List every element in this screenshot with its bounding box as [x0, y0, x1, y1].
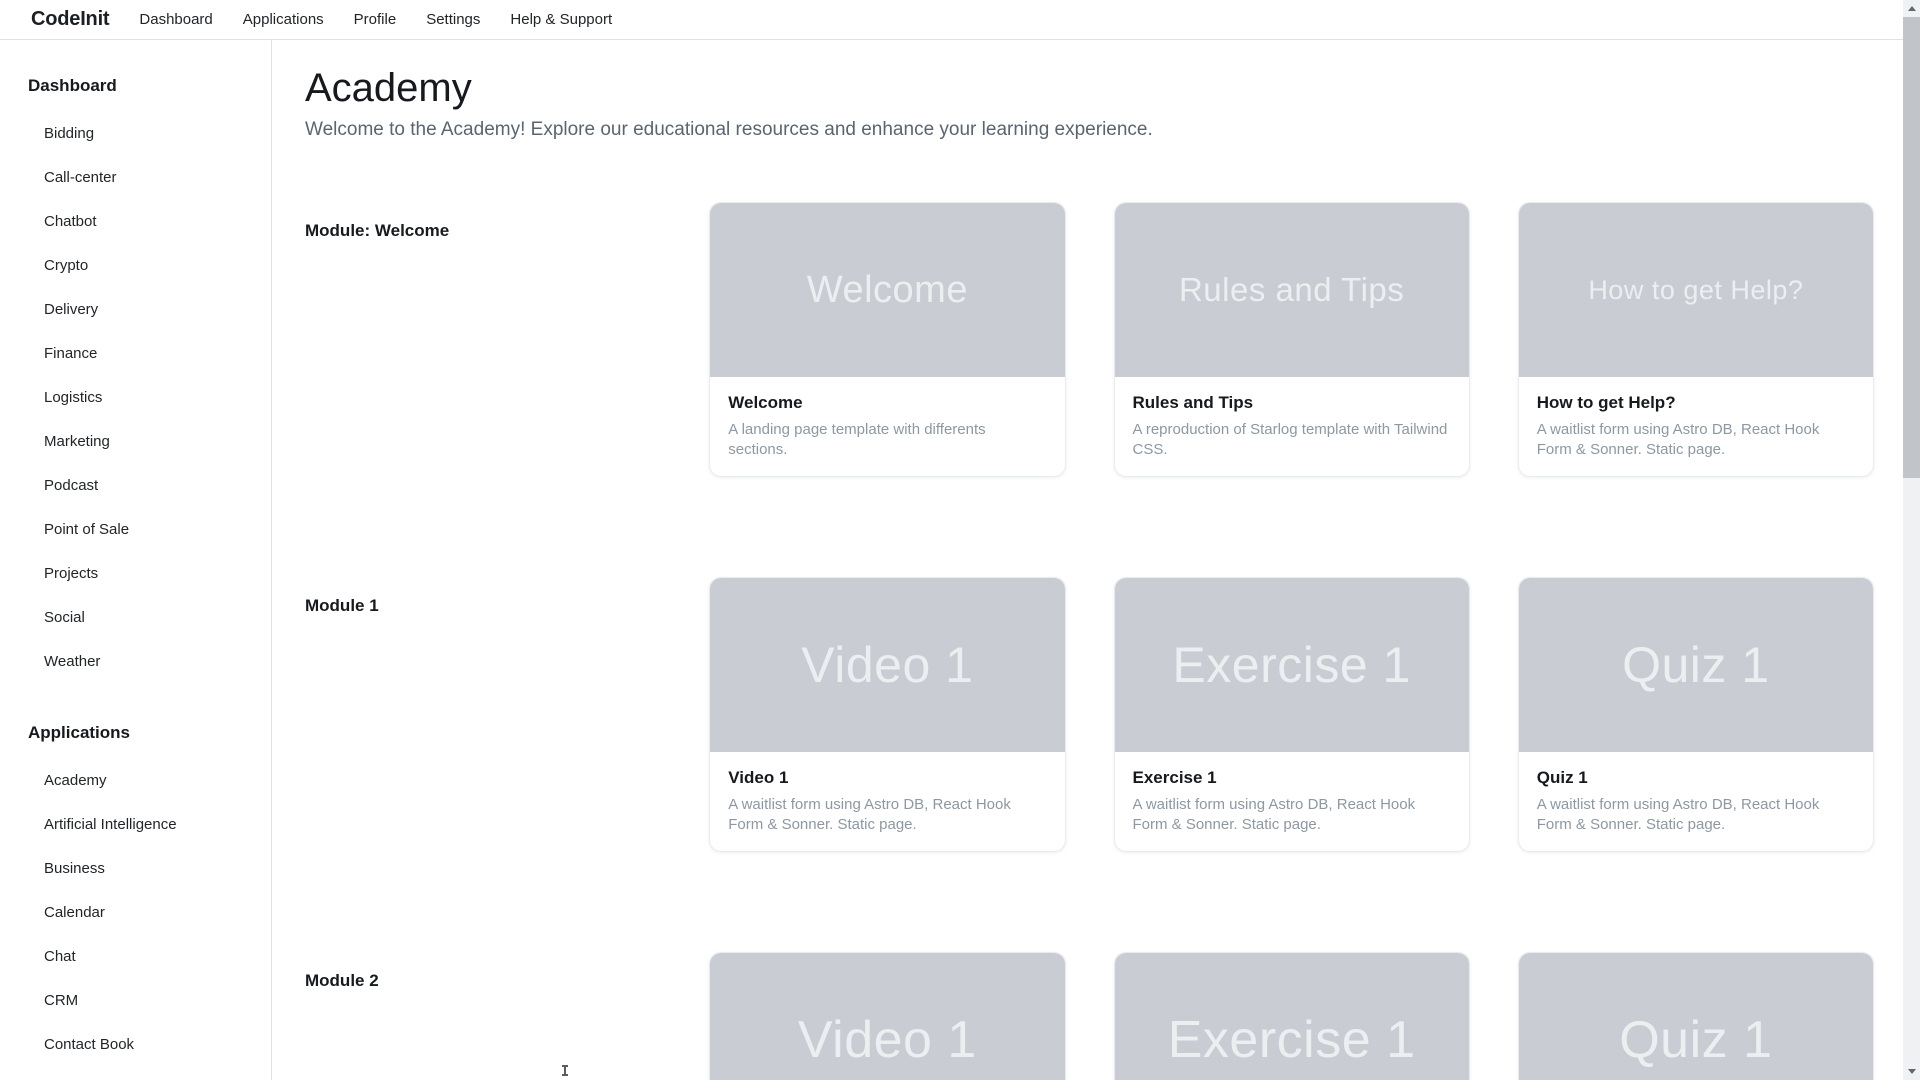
- sidebar-item-projects[interactable]: Projects: [0, 551, 271, 595]
- page-subtitle: Welcome to the Academy! Explore our educ…: [305, 119, 1153, 140]
- page-layout: Dashboard Bidding Call-center Chatbot Crypt…: [0, 40, 1920, 1080]
- sidebar-item-delivery[interactable]: Delivery: [0, 287, 271, 331]
- top-nav: CodeInit Dashboard Applications Profile Set…: [0, 0, 1920, 40]
- sidebar-item-bidding[interactable]: Bidding: [0, 111, 271, 155]
- sidebar-section-title-dashboard: Dashboard: [28, 76, 117, 95]
- course-card-exercise-1[interactable]: Exercise 1: [1113, 952, 1470, 1080]
- sidebar-item-chat[interactable]: Chat: [0, 934, 271, 978]
- sidebar-item-finance[interactable]: Finance: [0, 331, 271, 375]
- course-card-exercise-1[interactable]: Exercise 1 Exercise 1 A waitlist form us…: [1113, 577, 1470, 852]
- module-label-module-welcome: Module: Welcome: [305, 221, 450, 240]
- card-placeholder-image: How to get Help?: [1518, 203, 1873, 377]
- module-row: Module 1 Video 1 Video 1 A waitlist form…: [305, 577, 1874, 852]
- sidebar-item-social[interactable]: Social: [0, 595, 271, 639]
- sidebar-item-crypto[interactable]: Crypto: [0, 243, 271, 287]
- module-row: Module 2 Video 1 Exercise 1 Quiz 1: [305, 952, 1874, 1080]
- card-description: A waitlist form using Astro DB, React Ho…: [1132, 796, 1416, 833]
- modules-list: Module: Welcome Welcome Welcome A landin…: [305, 202, 1874, 1080]
- card-description: A waitlist form using Astro DB, React Ho…: [1536, 796, 1820, 833]
- card-placeholder-image: Exercise 1: [1114, 578, 1469, 752]
- card-body: Quiz 1 A waitlist form using Astro DB, R…: [1519, 752, 1873, 851]
- card-body: Video 1 A waitlist form using Astro DB, …: [710, 752, 1064, 851]
- module-label-module-1: Module 1: [305, 596, 379, 615]
- card-title: How to get Help?: [1536, 393, 1676, 412]
- card-description: A waitlist form using Astro DB, React Ho…: [728, 796, 1011, 833]
- card-placeholder-image: Rules and Tips: [1114, 203, 1469, 377]
- scroll-down-button[interactable]: [1903, 1063, 1920, 1080]
- card-placeholder-image: Video 1: [710, 953, 1065, 1080]
- sidebar-section: Dashboard Bidding Call-center Chatbot Crypt…: [0, 74, 271, 683]
- sidebar-item-call-center[interactable]: Call-center: [0, 155, 271, 199]
- course-card-welcome[interactable]: Welcome Welcome A landing page template …: [709, 202, 1066, 477]
- card-description: A waitlist form using Astro DB, React Ho…: [1536, 421, 1820, 458]
- sidebar-item-logistics[interactable]: Logistics: [0, 375, 271, 419]
- sidebar-item-weather[interactable]: Weather: [0, 639, 271, 683]
- module-row: Module: Welcome Welcome Welcome A landin…: [305, 202, 1874, 477]
- sidebar-item-business[interactable]: Business: [0, 846, 271, 890]
- nav-item-help-support[interactable]: Help & Support: [510, 11, 612, 28]
- card-body: Exercise 1 A waitlist form using Astro D…: [1115, 752, 1469, 851]
- sidebar-item-artificial-intelligence[interactable]: Artificial Intelligence: [0, 802, 271, 846]
- sidebar-item-academy[interactable]: Academy: [0, 758, 271, 802]
- card-title: Rules and Tips: [1132, 393, 1254, 412]
- card-title: Welcome: [728, 393, 803, 412]
- nav-item-profile[interactable]: Profile: [354, 11, 397, 28]
- course-card-how-to-get-help[interactable]: How to get Help? How to get Help? A wait…: [1517, 202, 1874, 477]
- sidebar-section-items: Academy Artificial Intelligence Business Ca…: [0, 758, 271, 1066]
- sidebar-item-point-of-sale[interactable]: Point of Sale: [0, 507, 271, 551]
- card-placeholder-image: Welcome: [710, 203, 1065, 377]
- card-body: How to get Help? A waitlist form using A…: [1519, 377, 1873, 476]
- course-card-rules-and-tips[interactable]: Rules and Tips Rules and Tips A reproduc…: [1113, 202, 1470, 477]
- sidebar-item-calendar[interactable]: Calendar: [0, 890, 271, 934]
- course-card-quiz-1[interactable]: Quiz 1 Quiz 1 A waitlist form using Astr…: [1517, 577, 1874, 852]
- card-placeholder-image: Exercise 1: [1114, 953, 1469, 1080]
- arrow-up-icon: [1907, 6, 1916, 11]
- course-card-video-1[interactable]: Video 1: [709, 952, 1066, 1080]
- main-content: Academy Welcome to the Academy! Explore …: [272, 40, 1920, 1080]
- nav-item-dashboard[interactable]: Dashboard: [139, 11, 212, 28]
- sidebar-item-podcast[interactable]: Podcast: [0, 463, 271, 507]
- sidebar: Dashboard Bidding Call-center Chatbot Crypt…: [0, 40, 272, 1080]
- course-card-quiz-1[interactable]: Quiz 1: [1517, 952, 1874, 1080]
- course-card-video-1[interactable]: Video 1 Video 1 A waitlist form using As…: [709, 577, 1066, 852]
- sidebar-section-title-applications: Applications: [28, 723, 131, 742]
- top-nav-menu: Dashboard Applications Profile Settings Help…: [139, 11, 612, 28]
- arrow-down-icon: [1907, 1069, 1916, 1074]
- sidebar-item-chatbot[interactable]: Chatbot: [0, 199, 271, 243]
- page-title: Academy: [305, 66, 472, 110]
- card-title: Video 1: [728, 768, 789, 787]
- sidebar-item-contact-book[interactable]: Contact Book: [0, 1022, 271, 1066]
- card-description: A reproduction of Starlog template with …: [1132, 421, 1448, 458]
- card-title: Exercise 1: [1132, 768, 1217, 787]
- scrollbar-thumb[interactable]: [1903, 17, 1920, 478]
- nav-item-applications[interactable]: Applications: [243, 11, 324, 28]
- module-label-module-2: Module 2: [305, 971, 379, 990]
- text-cursor: [562, 1065, 568, 1076]
- sidebar-section-items: Bidding Call-center Chatbot Crypto Delivery F…: [0, 111, 271, 683]
- card-placeholder-image: Video 1: [710, 578, 1065, 752]
- card-placeholder-image: Quiz 1: [1518, 953, 1873, 1080]
- sidebar-item-crm[interactable]: CRM: [0, 978, 271, 1022]
- brand-logo[interactable]: CodeInit: [31, 8, 110, 31]
- sidebar-item-marketing[interactable]: Marketing: [0, 419, 271, 463]
- nav-item-settings[interactable]: Settings: [426, 11, 480, 28]
- card-description: A landing page template with differents …: [728, 421, 986, 458]
- scroll-up-button[interactable]: [1903, 0, 1920, 17]
- card-body: Welcome A landing page template with dif…: [710, 377, 1064, 476]
- vertical-scrollbar[interactable]: [1903, 0, 1920, 1080]
- card-body: Rules and Tips A reproduction of Starlog…: [1115, 377, 1469, 476]
- card-placeholder-image: Quiz 1: [1518, 578, 1873, 752]
- card-title: Quiz 1: [1536, 768, 1588, 787]
- sidebar-section: Applications Academy Artificial Intellige…: [0, 721, 271, 1066]
